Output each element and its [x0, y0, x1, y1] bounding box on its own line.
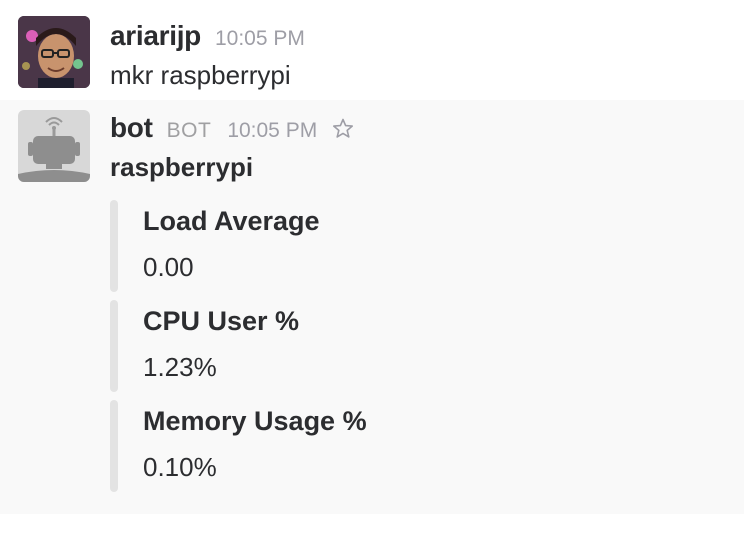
message-timestamp[interactable]: 10:05 PM	[227, 119, 317, 143]
field-value: 1.23%	[143, 352, 217, 382]
message-header: bot BOT 10:05 PM	[110, 112, 355, 144]
user-avatar-image	[18, 16, 90, 88]
robot-avatar-image	[18, 110, 90, 182]
attachment-bar	[110, 200, 118, 292]
field-value: 0.10%	[143, 452, 217, 482]
username-link[interactable]: bot	[110, 112, 153, 144]
message-user: ariarijp 10:05 PM mkr raspberrypi	[0, 0, 744, 100]
message-text: mkr raspberrypi	[110, 60, 291, 90]
field-title: Load Average	[143, 206, 320, 236]
message-bot: bot BOT 10:05 PM raspberrypi Load Averag…	[0, 100, 744, 514]
attachment-field: Memory Usage % 0.10%	[110, 400, 710, 492]
attachment: Load Average 0.00 CPU User % 1.23% Memor…	[110, 200, 710, 500]
field-title: Memory Usage %	[143, 406, 367, 436]
attachment-title: raspberrypi	[110, 152, 254, 182]
star-outline-icon[interactable]	[331, 117, 355, 141]
username-link[interactable]: ariarijp	[110, 20, 201, 52]
message-timestamp[interactable]: 10:05 PM	[215, 27, 305, 51]
field-title: CPU User %	[143, 306, 300, 336]
attachment-field: Load Average 0.00	[110, 200, 710, 292]
user-avatar[interactable]	[18, 16, 90, 88]
field-value: 0.00	[143, 252, 194, 282]
attachment-bar	[110, 400, 118, 492]
attachment-field: CPU User % 1.23%	[110, 300, 710, 392]
attachment-bar	[110, 300, 118, 392]
bot-avatar[interactable]	[18, 110, 90, 182]
message-header: ariarijp 10:05 PM	[110, 20, 305, 52]
bot-badge: BOT	[166, 119, 212, 142]
